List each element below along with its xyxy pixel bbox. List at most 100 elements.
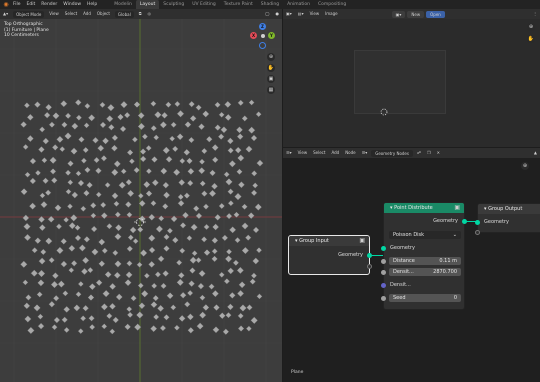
group-output-node[interactable]: ▾ Group Output Geometry (475, 203, 540, 235)
image-editor-options-icon[interactable]: ⋮ (530, 9, 540, 19)
gizmo-y-icon[interactable]: Y (268, 32, 275, 39)
snap-icon[interactable]: ⧉ (136, 9, 145, 19)
pan-hand-icon[interactable]: ✋ (267, 64, 275, 72)
node-editor-type-icon[interactable]: ☰▾ (283, 148, 295, 158)
image-menu-view[interactable]: View (307, 9, 323, 19)
viewport-menu-select[interactable]: Select (62, 9, 80, 19)
viewport-menu-view[interactable]: View (46, 9, 62, 19)
node-menu-add[interactable]: Add (328, 148, 342, 158)
camera-view-icon[interactable]: ▣ (267, 75, 275, 83)
image-pan-icon[interactable]: ✋ (527, 35, 535, 43)
instance-mesh (119, 125, 127, 133)
group-input-empty-socket[interactable] (367, 264, 372, 269)
instance-mesh (190, 223, 198, 231)
instance-mesh (160, 282, 167, 290)
menu-edit[interactable]: Edit (24, 0, 39, 9)
density-max-socket[interactable] (381, 270, 386, 275)
new-image-button[interactable]: New (407, 10, 425, 18)
tab-compositing[interactable]: Compositing (314, 0, 350, 9)
navigation-gizmo[interactable]: Z Y X (250, 23, 276, 51)
node-preview-icon[interactable]: ▣ (454, 204, 460, 211)
node-preview-icon[interactable]: ▣ (359, 237, 365, 244)
instance-mesh (87, 267, 94, 274)
image-editor[interactable]: ▣▾ ▤▾ View Image ▣▾ New Open ⋮ ⊕ ✋ (283, 9, 540, 147)
browse-image-icon[interactable]: ▣▾ (391, 10, 406, 18)
tab-animation[interactable]: Animation (283, 0, 314, 9)
viewport-menu-add[interactable]: Add (80, 9, 94, 19)
node-tree-browse-icon[interactable]: ☰▾ (359, 148, 371, 158)
gizmo-neg-z-icon[interactable] (259, 42, 266, 49)
point-distribute-node[interactable]: ▾ Point Distribute ▣ Geometry Poisson Di… (381, 202, 467, 310)
density-max-field[interactable]: Densit... 2870.700 (389, 268, 461, 276)
viewport-menu-object[interactable]: Object (94, 9, 113, 19)
instance-mesh (68, 244, 76, 252)
instance-mesh (51, 177, 58, 184)
instance-mesh (74, 234, 82, 242)
pin-icon[interactable]: ▲ (531, 148, 540, 158)
node-tree-name-field[interactable]: Geometry Nodes (371, 149, 413, 157)
zoom-icon[interactable]: ⊕ (267, 53, 275, 61)
image-editor-mode-icon[interactable]: ▤▾ (295, 9, 307, 19)
proportional-edit-icon[interactable]: ◎ (145, 9, 155, 19)
perspective-grid-icon[interactable]: ▦ (267, 86, 275, 94)
open-image-button[interactable]: Open (426, 10, 445, 18)
instance-mesh (139, 155, 147, 163)
node-zoom-icon[interactable]: ⊕ (521, 162, 529, 170)
instance-mesh (229, 226, 237, 234)
menu-help[interactable]: Help (84, 0, 100, 9)
image-editor-type-icon[interactable]: ▣▾ (283, 9, 295, 19)
menu-file[interactable]: File (10, 0, 24, 9)
mode-dropdown[interactable]: Object Mode (13, 10, 45, 18)
group-output-empty-socket[interactable] (475, 230, 480, 235)
blender-logo-icon[interactable]: ◉ (2, 1, 10, 8)
overlay-toggle-icon[interactable]: ◯ (262, 9, 272, 19)
instance-mesh (187, 327, 195, 334)
image-canvas[interactable] (354, 50, 446, 114)
node-menu-node[interactable]: Node (342, 148, 358, 158)
tab-layout[interactable]: Layout (135, 0, 160, 9)
instance-mesh (90, 225, 98, 233)
tab-shading[interactable]: Shading (257, 0, 283, 9)
instance-mesh (227, 188, 234, 195)
instance-mesh (203, 203, 210, 210)
menu-render[interactable]: Render (38, 0, 60, 9)
point-distribute-geometry-socket[interactable] (381, 246, 386, 251)
seed-field[interactable]: Seed 0 (389, 294, 461, 302)
viewport-canvas[interactable] (0, 9, 282, 382)
tab-sculpting[interactable]: Sculpting (159, 0, 188, 9)
tab-texture-paint[interactable]: Texture Paint (220, 0, 257, 9)
tab-uv-editing[interactable]: UV Editing (188, 0, 219, 9)
node-menu-select[interactable]: Select (310, 148, 328, 158)
instance-mesh (67, 179, 74, 186)
instance-mesh (241, 115, 248, 122)
gizmo-z-icon[interactable]: Z (259, 23, 266, 30)
seed-socket[interactable] (381, 296, 386, 301)
image-zoom-icon[interactable]: ⊕ (527, 23, 535, 31)
editor-type-icon[interactable]: ▲▾ (0, 9, 11, 19)
instance-mesh (170, 121, 177, 128)
density-attribute-socket[interactable] (381, 283, 386, 288)
instance-mesh (23, 233, 32, 242)
menu-window[interactable]: Window (60, 0, 84, 9)
distance-socket[interactable] (381, 259, 386, 264)
point-distribute-output-socket[interactable] (462, 219, 467, 224)
group-input-node[interactable]: ▾ Group Input ▣ Geometry (288, 235, 372, 275)
distance-field[interactable]: Distance 0.11 m (389, 257, 461, 265)
3d-viewport[interactable]: ▲▾ Object Mode View Select Add Object Gl… (0, 9, 282, 382)
instance-mesh (141, 290, 149, 298)
new-node-tree-icon[interactable]: ❐ (424, 148, 434, 158)
image-menu-image[interactable]: Image (322, 9, 341, 19)
node-editor[interactable]: ☰▾ View Select Add Node ☰▾ Geometry Node… (283, 148, 540, 382)
group-output-geometry-socket[interactable] (475, 220, 480, 225)
gizmo-x-icon[interactable]: X (250, 32, 257, 39)
fake-user-icon[interactable]: ☍ (414, 148, 424, 158)
unlink-icon[interactable]: ✕ (434, 148, 443, 158)
instance-mesh (61, 121, 68, 128)
shading-solid-icon[interactable]: ● (273, 9, 283, 19)
instance-mesh (77, 281, 84, 287)
transform-orientation-dropdown[interactable]: Global (114, 10, 134, 18)
tab-modeling[interactable]: Modelin (110, 0, 136, 9)
distribute-method-dropdown[interactable]: Poisson Disk ⌄ (389, 231, 461, 239)
node-menu-view[interactable]: View (295, 148, 311, 158)
instance-mesh (24, 171, 31, 178)
